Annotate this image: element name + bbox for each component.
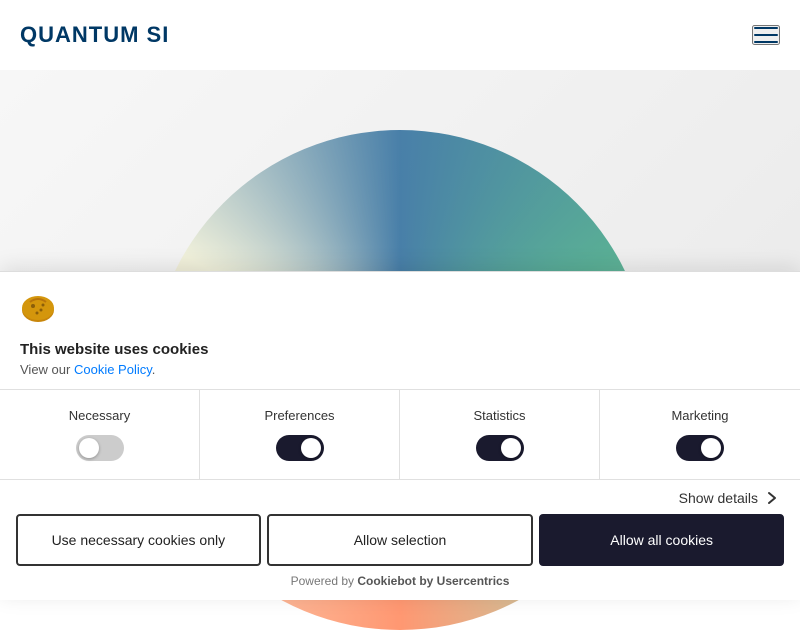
toggle-preferences[interactable] [276,435,324,461]
toggle-marketing[interactable] [676,435,724,461]
cookie-banner: This website uses cookies View our Cooki… [0,271,800,600]
cookie-policy-link[interactable]: Cookie Policy [74,362,152,377]
toggle-statistics[interactable] [476,435,524,461]
site-logo: QUANTUM SI [20,22,169,48]
cookie-categories-grid: Necessary Preferences Statistics Marketi… [0,389,800,480]
use-necessary-button[interactable]: Use necessary cookies only [16,514,261,566]
toggle-knob-marketing [701,438,721,458]
toggle-cell-necessary: Necessary [0,390,200,479]
show-details-row: Show details [0,480,800,514]
powered-by: Powered by Cookiebot by Usercentrics [0,566,800,600]
cookie-text-area: This website uses cookies View our Cooki… [0,337,800,389]
chevron-right-icon [764,490,780,506]
toggle-cell-marketing: Marketing [600,390,800,479]
cookie-icon-area [0,272,800,337]
description-prefix: View our [20,362,74,377]
show-details-button[interactable]: Show details [679,490,780,506]
description-suffix: . [152,362,156,377]
allow-all-button[interactable]: Allow all cookies [539,514,784,566]
toggle-knob-statistics [501,438,521,458]
toggle-label-marketing: Marketing [671,408,728,423]
show-details-label: Show details [679,490,758,506]
cookie-description: View our Cookie Policy. [20,362,780,377]
menu-button[interactable] [752,25,780,45]
powered-by-prefix: Powered by [291,574,358,588]
cookie-title: This website uses cookies [20,341,780,358]
toggle-label-statistics: Statistics [473,408,525,423]
cookiebot-link[interactable]: Cookiebot by Usercentrics [357,574,509,588]
toggle-label-preferences: Preferences [264,408,334,423]
toggle-knob-preferences [301,438,321,458]
action-buttons-row: Use necessary cookies only Allow selecti… [0,514,800,566]
toggle-cell-preferences: Preferences [200,390,400,479]
site-header: QUANTUM SI [0,0,800,70]
toggle-cell-statistics: Statistics [400,390,600,479]
cookie-icon [20,311,56,328]
toggle-necessary[interactable] [76,435,124,461]
toggle-label-necessary: Necessary [69,408,130,423]
toggle-knob-necessary [79,438,99,458]
allow-selection-button[interactable]: Allow selection [267,514,534,566]
